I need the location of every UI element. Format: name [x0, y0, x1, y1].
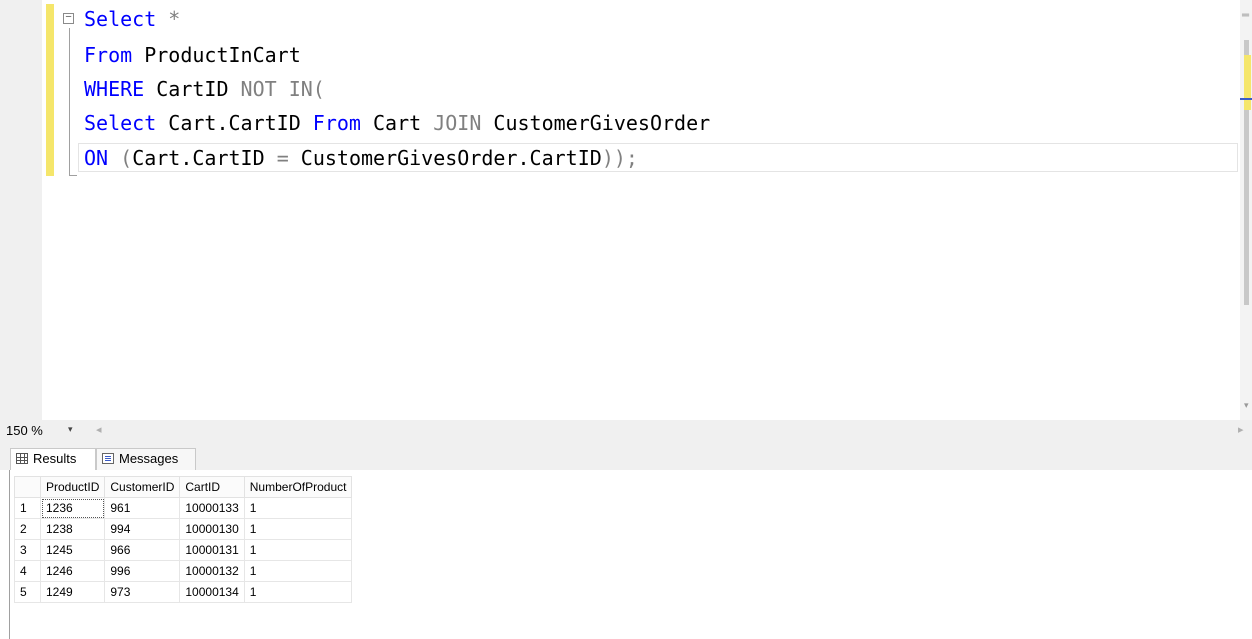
tab-messages-label: Messages: [119, 451, 179, 466]
table-cell[interactable]: 10000133: [179, 497, 245, 519]
table-cell[interactable]: 966: [104, 539, 181, 561]
table-cell[interactable]: 1: [243, 539, 353, 561]
table-row[interactable]: 3 1245 966 10000131 1: [14, 539, 353, 561]
outline-line: [69, 28, 70, 176]
operator-text: NOT IN(: [240, 77, 325, 101]
table-cell[interactable]: 994: [104, 518, 181, 540]
table-cell[interactable]: 10000134: [179, 581, 245, 603]
keyword: Select: [84, 7, 157, 31]
code-line-5[interactable]: ON (Cart.CartID = CustomerGivesOrder.Car…: [84, 143, 638, 173]
keyword: Select: [84, 111, 157, 135]
tab-messages[interactable]: Messages: [96, 448, 196, 470]
code-text: CartID: [144, 77, 241, 101]
code-text: CustomerGivesOrder: [481, 111, 711, 135]
keyword: WHERE: [84, 77, 145, 101]
scroll-right-icon[interactable]: ▸: [1238, 423, 1244, 436]
table-cell[interactable]: 1: [243, 497, 353, 519]
row-number[interactable]: 5: [14, 581, 41, 603]
split-handle-icon[interactable]: ═: [1242, 10, 1250, 24]
outline-end: [69, 175, 77, 176]
code-line-4[interactable]: Select Cart.CartID From Cart JOIN Custom…: [84, 108, 710, 138]
scroll-left-icon[interactable]: ◂: [96, 423, 102, 436]
operator-text: ));: [601, 146, 638, 170]
code-text: CustomerGivesOrder.CartID: [288, 146, 602, 170]
code-text: Cart.CartID: [156, 111, 313, 135]
scrollbar-caret-marker: [1240, 98, 1252, 100]
code-text: *: [156, 7, 181, 31]
table-cell[interactable]: 1246: [39, 560, 106, 582]
column-header[interactable]: ProductID: [39, 476, 106, 498]
row-number[interactable]: 2: [14, 518, 41, 540]
editor-gutter: [0, 0, 42, 420]
operator-text: (: [108, 146, 133, 170]
code-line-3[interactable]: WHERE CartID NOT IN(: [84, 74, 325, 104]
collapse-outline-icon[interactable]: −: [63, 13, 74, 24]
keyword: From: [312, 111, 361, 135]
keyword: ON: [84, 146, 109, 170]
scrollbar-change-marker: [1244, 55, 1251, 110]
table-cell[interactable]: 996: [104, 560, 181, 582]
table-cell[interactable]: 961: [104, 497, 181, 519]
code-line-1[interactable]: Select *: [84, 4, 180, 34]
row-number-header[interactable]: [14, 476, 41, 498]
table-cell[interactable]: 1: [243, 581, 353, 603]
table-cell[interactable]: 10000132: [179, 560, 245, 582]
table-cell[interactable]: 973: [104, 581, 181, 603]
table-row[interactable]: 4 1246 996 10000132 1: [14, 560, 353, 582]
table-cell[interactable]: 1238: [39, 518, 106, 540]
messages-icon: [102, 453, 114, 464]
operator-text: JOIN: [433, 111, 482, 135]
column-header[interactable]: CartID: [179, 476, 245, 498]
table-row[interactable]: 2 1238 994 10000130 1: [14, 518, 353, 540]
grid-icon: [16, 453, 28, 464]
table-cell[interactable]: 1245: [39, 539, 106, 561]
tab-results[interactable]: Results: [10, 448, 96, 470]
tab-results-label: Results: [33, 451, 77, 466]
operator-text: =: [276, 146, 289, 170]
results-grid[interactable]: ProductID CustomerID CartID NumberOfProd…: [14, 476, 353, 603]
table-cell[interactable]: 1236: [39, 497, 106, 519]
row-number[interactable]: 4: [14, 560, 41, 582]
table-cell[interactable]: 1249: [39, 581, 106, 603]
zoom-bar: [0, 420, 1252, 442]
row-number[interactable]: 1: [14, 497, 41, 519]
table-cell[interactable]: 1: [243, 560, 353, 582]
code-text: ProductInCart: [132, 43, 301, 67]
table-cell[interactable]: 1: [243, 518, 353, 540]
table-row[interactable]: 1 1236 961 10000133 1: [14, 497, 353, 519]
zoom-level[interactable]: 150 %: [6, 423, 43, 438]
keyword: From: [84, 43, 133, 67]
code-line-2[interactable]: From ProductInCart: [84, 40, 301, 70]
scroll-down-icon[interactable]: ▾: [1244, 400, 1249, 411]
zoom-dropdown-icon[interactable]: ▾: [68, 424, 73, 435]
table-row[interactable]: 5 1249 973 10000134 1: [14, 581, 353, 603]
column-header[interactable]: CustomerID: [104, 476, 181, 498]
row-number[interactable]: 3: [14, 539, 41, 561]
table-cell[interactable]: 10000131: [179, 539, 245, 561]
table-cell[interactable]: 10000130: [179, 518, 245, 540]
code-text: Cart: [360, 111, 434, 135]
panel-border: [9, 470, 10, 639]
change-indicator-bar: [46, 4, 54, 176]
column-header[interactable]: NumberOfProduct: [243, 476, 353, 498]
grid-header-row: ProductID CustomerID CartID NumberOfProd…: [14, 476, 353, 498]
code-text: Cart.CartID: [132, 146, 277, 170]
